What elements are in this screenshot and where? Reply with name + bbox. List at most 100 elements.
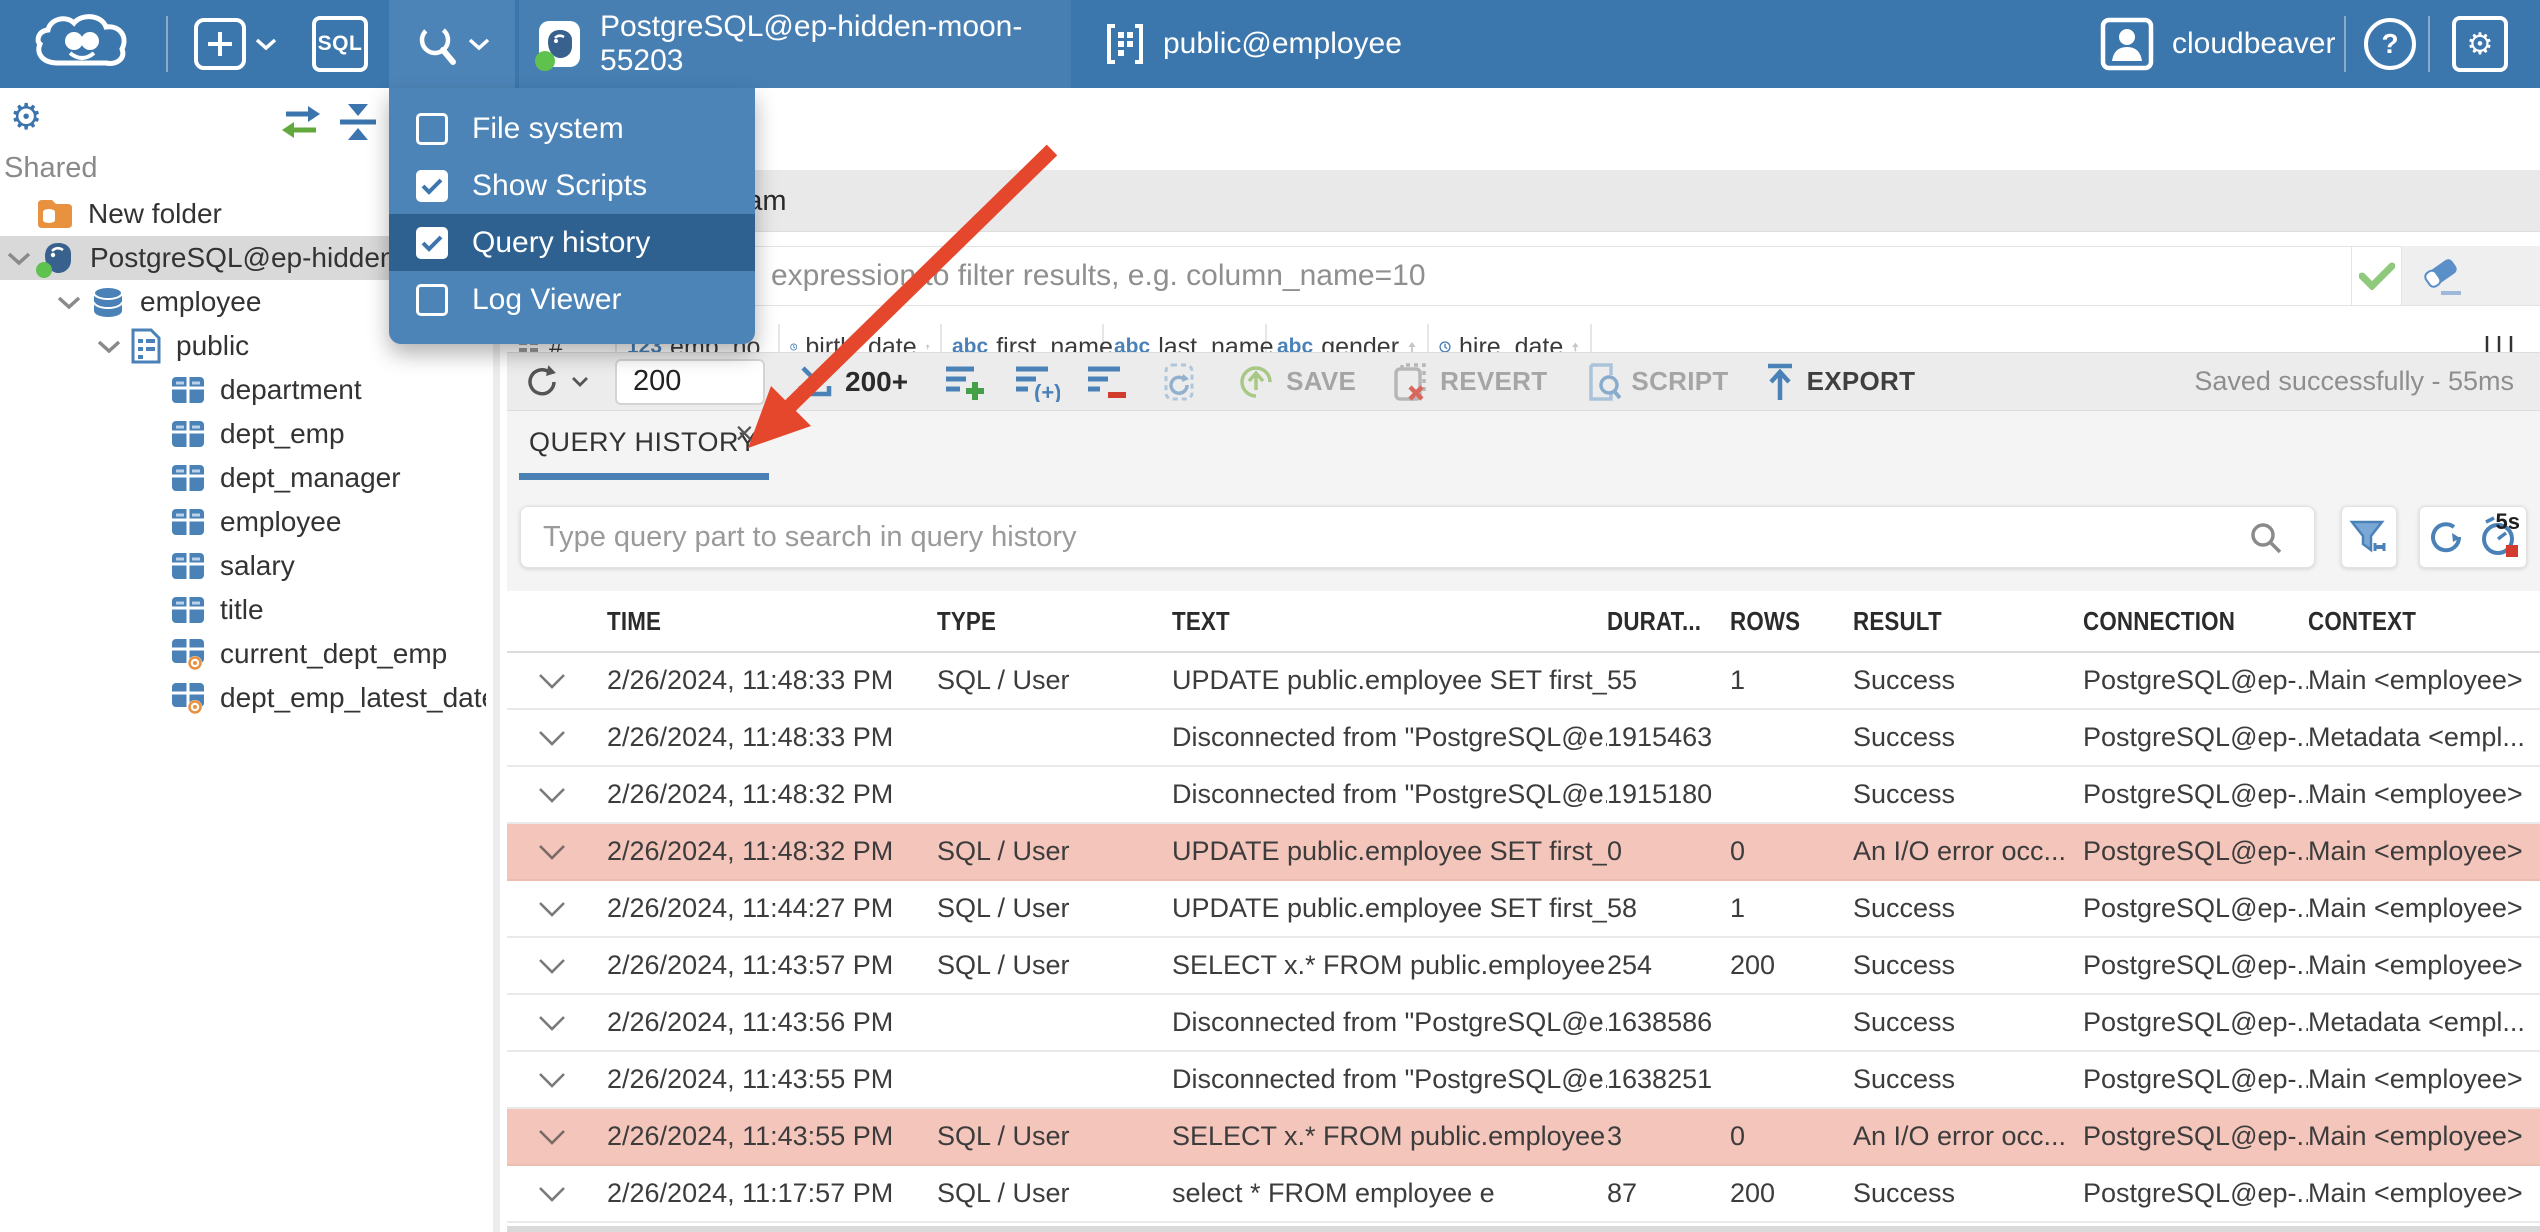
sort-icon[interactable] [925,337,930,352]
tree-item-table[interactable]: dept_emp [0,412,486,456]
search-icon [2251,523,2282,554]
expand-chevron-icon[interactable] [537,672,607,690]
menu-item-query-history[interactable]: Query history [389,214,755,271]
col-type[interactable]: TYPE [937,606,1172,637]
fetch-more-button[interactable]: 200+ [795,362,908,402]
add-row-button[interactable] [944,362,988,402]
apply-filter-button[interactable] [2352,245,2402,306]
fetch-page-icon [798,365,832,396]
value-panel-icon [2485,336,2513,352]
sql-editor-button[interactable]: SQL [312,0,368,88]
expand-chevron-icon[interactable] [537,786,607,804]
cell-connection: PostgreSQL@ep-... [2083,950,2308,980]
grid-column-hire-date[interactable]: hire_date [1429,324,1592,352]
auto-refresh-button[interactable] [1158,361,1200,403]
export-button[interactable]: EXPORT [1763,362,1916,402]
tree-item-view[interactable]: dept_emp_latest_date [0,676,486,720]
expand-chevron-icon[interactable] [537,957,607,975]
query-history-row[interactable]: 2/26/2024, 11:43:55 PM Disconnected from… [507,1052,2540,1109]
collapse-all-icon[interactable] [336,100,380,144]
script-button[interactable]: SCRIPT [1581,361,1728,403]
grid-panel-toggle[interactable] [2474,324,2540,352]
tree-item-table[interactable]: title [0,588,486,632]
settings-button[interactable]: ⚙ [2452,0,2508,88]
menu-item-file-system[interactable]: File system [389,100,755,157]
expand-chevron-icon[interactable] [537,729,607,747]
menu-item-show-scripts[interactable]: Show Scripts [389,157,755,214]
col-duration[interactable]: DURAT... [1607,606,1730,637]
cell-duration: 1638586 [1607,1007,1713,1037]
tools-menu-button[interactable] [389,0,515,88]
tree-item-label: employee [140,286,262,317]
cell-context: Main <employee> [2308,1178,2523,1208]
connection-tab[interactable]: PostgreSQL@ep-hidden-moon-55203 [519,0,1071,88]
refresh-button[interactable] [523,363,589,401]
navigator-settings-icon[interactable]: ⚙ [10,96,42,138]
cell-result: Success [1853,722,1956,752]
query-history-row-error[interactable]: 2/26/2024, 11:43:55 PM SQL / User SELECT… [507,1109,2540,1166]
query-history-row[interactable]: 2/26/2024, 11:43:57 PM SQL / User SELECT… [507,938,2540,995]
revert-button[interactable]: REVERT [1390,361,1547,403]
schema-tab[interactable]: public@employee [1089,0,1418,88]
refresh-controls[interactable]: 5s [2418,506,2527,568]
col-result[interactable]: RESULT [1853,606,2083,637]
new-connection-button[interactable] [192,0,278,88]
tree-item-table[interactable]: employee [0,500,486,544]
query-history-row[interactable]: 2/26/2024, 11:48:32 PM Disconnected from… [507,767,2540,824]
chevron-down-icon[interactable] [56,295,82,310]
user-menu[interactable]: cloudbeaver [2100,0,2335,88]
query-history-tab[interactable]: QUERY HISTORY [529,427,757,458]
tree-item-table[interactable]: department [0,368,486,412]
expand-chevron-icon[interactable] [537,1014,607,1032]
checkbox-checked-icon[interactable] [416,226,448,259]
duplicate-row-button[interactable]: (+) [1014,362,1060,402]
query-history-row[interactable]: 2/26/2024, 11:48:33 PM SQL / User UPDATE… [507,653,2540,710]
tree-item-view[interactable]: current_dept_emp [0,632,486,676]
sort-icon[interactable] [1571,337,1580,352]
help-button[interactable]: ? [2364,0,2416,88]
expand-chevron-icon[interactable] [537,1128,607,1146]
delete-row-button[interactable] [1086,362,1130,402]
expand-chevron-icon[interactable] [537,1185,607,1203]
sync-connection-icon[interactable] [278,102,324,142]
expand-chevron-icon[interactable] [537,1071,607,1089]
grid-column-birth-date[interactable]: birth_date [780,324,942,352]
grid-column-first-name[interactable]: abc first_name [942,324,1113,352]
save-button[interactable]: SAVE [1236,362,1356,402]
horizontal-scrollbar[interactable] [507,1226,2540,1232]
query-history-row[interactable]: 2/26/2024, 11:44:27 PM SQL / User UPDATE… [507,881,2540,938]
cloudbeaver-logo[interactable] [28,0,132,88]
chevron-down-icon[interactable] [6,251,32,266]
checkbox-checked-icon[interactable] [416,169,448,202]
col-time[interactable]: TIME [607,606,937,637]
query-history-row[interactable]: 2/26/2024, 11:17:57 PM SQL / User select… [507,1166,2540,1223]
sort-icon[interactable] [1407,337,1417,352]
expand-chevron-icon[interactable] [537,900,607,918]
checkbox-unchecked-icon[interactable] [416,283,448,316]
menu-item-log-viewer[interactable]: Log Viewer [389,271,755,328]
query-history-row[interactable]: 2/26/2024, 11:43:56 PM Disconnected from… [507,995,2540,1052]
filter-button[interactable] [2341,506,2397,568]
col-rows[interactable]: ROWS [1730,606,1853,637]
col-connection[interactable]: CONNECTION [2083,606,2308,637]
query-history-row[interactable]: 2/26/2024, 11:48:33 PM Disconnected from… [507,710,2540,767]
grid-column-last-name[interactable]: abc last_name [1104,324,1274,352]
chevron-down-icon[interactable] [96,339,122,354]
cell-context: Metadata <empl... [2308,1007,2525,1037]
col-text[interactable]: TEXT [1172,606,1607,637]
clear-filter-button[interactable] [2418,252,2466,300]
tree-item-table[interactable]: salary [0,544,486,588]
query-history-row-error[interactable]: 2/26/2024, 11:48:32 PM SQL / User UPDATE… [507,824,2540,881]
checkbox-unchecked-icon[interactable] [416,112,448,145]
close-icon[interactable]: × [735,417,754,449]
fetch-size-input[interactable] [615,358,765,405]
tree-item-table[interactable]: dept_manager [0,456,486,500]
expand-chevron-icon[interactable] [537,843,607,861]
refresh-icon[interactable] [2426,517,2466,557]
tools-dropdown-menu: File system Show Scripts Query history L… [389,88,755,344]
chevron-down-icon [572,377,588,387]
col-context[interactable]: CONTEXT [2308,606,2540,637]
query-history-search-input[interactable] [520,506,2315,568]
filter-expression-input[interactable]: expression to filter results, e.g. colum… [520,245,2352,306]
grid-column-gender[interactable]: abc gender [1267,324,1429,352]
